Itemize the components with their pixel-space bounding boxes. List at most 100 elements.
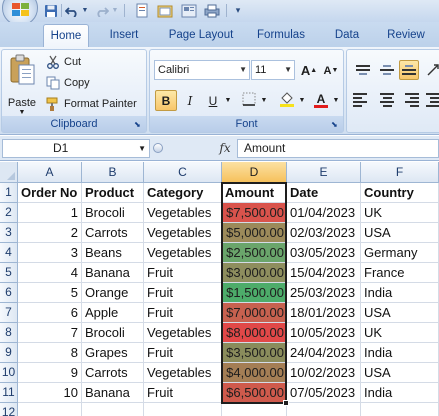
select-all-corner[interactable] [0,162,18,183]
undo-dropdown-icon[interactable]: ▼ [80,2,90,19]
cell-order[interactable]: 2 [18,223,82,243]
redo-dropdown-icon[interactable]: ▼ [110,2,120,19]
name-box[interactable]: D1 ▼ [2,139,150,158]
cell-order[interactable]: 3 [18,243,82,263]
font-launcher-icon[interactable]: ⬊ [331,120,340,129]
orientation-icon[interactable] [423,60,439,80]
cell-product[interactable]: Brocoli [82,203,144,223]
cell-order[interactable]: 4 [18,263,82,283]
cell-date[interactable]: 25/03/2023 [287,283,361,303]
header-cell-product[interactable]: Product [82,183,144,203]
header-cell-date[interactable]: Date [287,183,361,203]
cell-amount[interactable]: $3,500.00 [222,343,287,363]
fill-handle[interactable] [283,400,289,406]
formula-bar-splitter-icon[interactable] [153,143,163,153]
align-right-icon[interactable] [399,90,419,110]
cell-product[interactable]: Carrots [82,223,144,243]
cell-amount[interactable]: $6,500.00 [222,383,287,403]
cell-order[interactable]: 1 [18,203,82,223]
cell-country[interactable]: France [361,263,439,283]
cell-product[interactable]: Brocoli [82,323,144,343]
row-header-8[interactable]: 8 [0,323,18,343]
cell-amount[interactable]: $1,500.00 [222,283,287,303]
cell-category[interactable]: Fruit [144,263,222,283]
tab-formulas[interactable]: Formulas [248,24,314,47]
cell-date[interactable]: 15/04/2023 [287,263,361,283]
cell-order[interactable]: 9 [18,363,82,383]
decrease-indent-icon[interactable] [423,90,439,110]
cell-amount[interactable]: $7,000.00 [222,303,287,323]
align-top-icon[interactable] [353,60,373,80]
redo-icon[interactable] [94,2,110,19]
tab-review[interactable]: Review [378,24,434,47]
empty-cell[interactable] [222,403,287,416]
column-header-f[interactable]: F [361,162,439,183]
shrink-font-button[interactable]: A ▼ [320,60,342,81]
cell-category[interactable]: Vegetables [144,363,222,383]
tab-page-layout[interactable]: Page Layout [160,24,242,47]
cell-category[interactable]: Vegetables [144,203,222,223]
cell-product[interactable]: Beans [82,243,144,263]
cell-category[interactable]: Vegetables [144,223,222,243]
formula-input[interactable]: Amount [237,139,439,158]
open-icon[interactable] [156,2,174,19]
align-bottom-icon[interactable] [399,60,419,80]
cell-date[interactable]: 24/04/2023 [287,343,361,363]
row-header-4[interactable]: 4 [0,243,18,263]
cell-date[interactable]: 03/05/2023 [287,243,361,263]
cell-category[interactable]: Fruit [144,343,222,363]
empty-cell[interactable] [287,403,361,416]
header-cell-country[interactable]: Country [361,183,439,203]
tab-insert[interactable]: Insert [96,24,152,47]
font-size-box[interactable]: 11 ▼ [251,60,295,80]
cell-date[interactable]: 02/03/2023 [287,223,361,243]
fill-color-button[interactable] [276,90,298,111]
row-header-5[interactable]: 5 [0,263,18,283]
quick-print-icon[interactable] [203,2,221,19]
tab-data[interactable]: Data [324,24,370,47]
cell-category[interactable]: Vegetables [144,243,222,263]
cell-order[interactable]: 7 [18,323,82,343]
cell-amount[interactable]: $2,500.00 [222,243,287,263]
spreadsheet-grid[interactable]: A B C D E F 1 2 3 4 5 6 7 8 9 10 11 12 Order No Product Cate… [0,162,439,416]
new-document-icon[interactable] [133,2,151,19]
cell-date[interactable]: 10/02/2023 [287,363,361,383]
align-middle-icon[interactable] [377,60,397,80]
align-left-icon[interactable] [353,90,373,110]
cell-amount[interactable]: $3,000.00 [222,263,287,283]
paste-dropdown-icon[interactable]: ▼ [19,109,26,116]
row-header-3[interactable]: 3 [0,223,18,243]
undo-icon[interactable] [64,2,80,19]
format-painter-button[interactable]: Format Painter [46,97,137,111]
cell-amount[interactable]: $8,000.00 [222,323,287,343]
row-header-2[interactable]: 2 [0,203,18,223]
italic-button[interactable]: I [179,90,201,111]
header-cell-amount[interactable]: Amount [222,183,287,203]
row-header-1[interactable]: 1 [0,183,18,203]
cell-amount[interactable]: $4,000.00 [222,363,287,383]
cell-date[interactable]: 01/04/2023 [287,203,361,223]
underline-dropdown-icon[interactable]: ▼ [223,90,233,111]
copy-button[interactable]: Copy [46,76,90,90]
cell-country[interactable]: USA [361,223,439,243]
cell-product[interactable]: Banana [82,383,144,403]
column-header-c[interactable]: C [144,162,222,183]
cell-order[interactable]: 6 [18,303,82,323]
cell-country[interactable]: India [361,283,439,303]
insert-function-icon[interactable]: fx [214,139,236,158]
empty-cell[interactable] [82,403,144,416]
row-header-6[interactable]: 6 [0,283,18,303]
font-color-button[interactable]: A [310,90,332,111]
cell-category[interactable]: Fruit [144,283,222,303]
cell-country[interactable]: Germany [361,243,439,263]
cell-country[interactable]: USA [361,363,439,383]
cell-product[interactable]: Grapes [82,343,144,363]
empty-cell[interactable] [18,403,82,416]
align-center-icon[interactable] [377,90,397,110]
row-header-12[interactable]: 12 [0,403,18,416]
font-name-box[interactable]: Calibri ▼ [154,60,250,80]
bold-button[interactable]: B [155,90,177,111]
cell-product[interactable]: Orange [82,283,144,303]
print-preview-icon[interactable] [180,2,198,19]
header-cell-category[interactable]: Category [144,183,222,203]
